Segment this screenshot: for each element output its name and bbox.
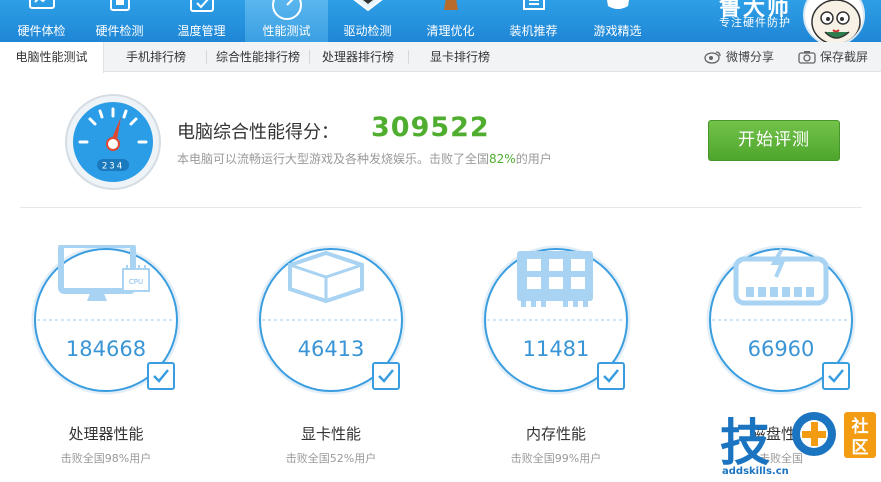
- nav-item-game-picks[interactable]: 游戏精选: [576, 0, 659, 42]
- watermark-glyph: 技: [720, 414, 770, 472]
- checkbox-icon[interactable]: [147, 362, 175, 390]
- gauge-digits: 234: [102, 162, 124, 172]
- computer-icon: [519, 0, 549, 21]
- nav-label: 硬件检测: [95, 24, 144, 38]
- top-nav-bar: 硬件体检 硬件检测 温度管理 性能测试 驱动检测 清理优化 装机推荐 游戏精选 …: [0, 0, 881, 42]
- brand-subtitle: 专注硬件防护: [719, 16, 791, 29]
- weibo-share-label: 微博分享: [726, 50, 775, 64]
- nav-item-temperature[interactable]: 温度管理: [160, 0, 243, 42]
- driver-icon: [351, 0, 385, 21]
- tab-cpu-ranking[interactable]: 处理器排行榜: [313, 42, 403, 72]
- nav-label: 性能测试: [262, 24, 311, 38]
- watermark-url: addskills.cn: [722, 466, 789, 477]
- sub-tab-bar: 电脑性能测试 手机排行榜 综合性能排行榜 处理器排行榜 显卡排行榜 微博分享 保…: [0, 42, 881, 73]
- brand: 鲁大师 专注硬件防护: [715, 0, 805, 42]
- nav-item-driver-detect[interactable]: 驱动检测: [326, 0, 409, 42]
- nav-label: 装机推荐: [509, 24, 558, 38]
- gpu-score: 46413: [297, 337, 365, 361]
- thermometer-icon: [187, 0, 217, 21]
- nav-label: 游戏精选: [593, 24, 642, 38]
- gpu-rank-text: 击败全国52%用户: [285, 452, 377, 465]
- checkbox-icon[interactable]: [822, 362, 850, 390]
- tab-gpu-ranking[interactable]: 显卡排行榜: [412, 42, 508, 72]
- memory-rank-text: 击败全国99%用户: [510, 452, 602, 465]
- disk-score: 66960: [747, 337, 815, 361]
- tab-overall-ranking[interactable]: 综合性能排行榜: [210, 42, 306, 72]
- nav-label: 硬件体检: [17, 24, 66, 38]
- gamepad-icon: [601, 0, 635, 21]
- save-screenshot-button[interactable]: 保存截屏: [798, 42, 878, 72]
- weibo-share-button[interactable]: 微博分享: [704, 42, 784, 72]
- chip-icon: [105, 0, 135, 21]
- cpu-score: 184668: [65, 337, 147, 361]
- cpu-label: 处理器性能: [68, 425, 144, 443]
- section-divider: [20, 207, 862, 208]
- nav-label: 驱动检测: [343, 24, 392, 38]
- gpu-label: 显卡性能: [300, 425, 361, 443]
- memory-label: 内存性能: [525, 425, 586, 443]
- nav-item-hardware-checkup[interactable]: 硬件体检: [0, 0, 83, 42]
- nav-item-performance-test[interactable]: 性能测试: [245, 0, 328, 42]
- component-card-gpu[interactable]: 46413 显卡性能 击败全国52%用户: [256, 245, 416, 482]
- nav-item-build-recommend[interactable]: 装机推荐: [492, 0, 575, 42]
- nav-item-hardware-detect[interactable]: 硬件检测: [78, 0, 161, 42]
- checkbox-icon[interactable]: [597, 362, 625, 390]
- cpu-chip-label: CPU: [129, 278, 143, 286]
- watermark-badge-top: 社: [851, 416, 869, 437]
- nav-label: 清理优化: [426, 24, 475, 38]
- tab-separator: [206, 50, 207, 64]
- score-desc-prefix: 本电脑可以流畅运行大型游戏及各种发烧娱乐。击败了全国: [177, 152, 490, 166]
- tab-separator: [309, 50, 310, 64]
- component-card-memory[interactable]: 11481 内存性能 击败全国99%用户: [481, 245, 641, 482]
- tab-separator: [408, 50, 409, 64]
- broom-icon: [436, 0, 466, 21]
- save-screenshot-label: 保存截屏: [820, 50, 869, 64]
- score-title: 电脑综合性能得分：: [177, 122, 339, 143]
- checkbox-icon[interactable]: [372, 362, 400, 390]
- mascot-avatar: [803, 0, 865, 42]
- nav-item-cleanup[interactable]: 清理优化: [409, 0, 492, 42]
- gauge-icon: [270, 0, 304, 25]
- nav-label: 温度管理: [177, 24, 226, 38]
- score-desc-suffix: 的用户: [515, 152, 552, 166]
- score-desc-percent: 82%: [489, 152, 516, 166]
- overall-score: 309522: [371, 112, 490, 143]
- performance-gauge-icon: 234: [64, 93, 162, 191]
- component-card-cpu[interactable]: CPU 184668 处理器性能 击败全国98%用户: [31, 245, 191, 482]
- cpu-rank-text: 击败全国98%用户: [60, 452, 152, 465]
- score-description: 本电脑可以流畅运行大型游戏及各种发烧娱乐。击败了全国82%的用户: [177, 150, 552, 167]
- tab-pc-performance[interactable]: 电脑性能测试: [0, 42, 104, 73]
- watermark-badge-bottom: 区: [852, 438, 869, 458]
- weibo-icon: [704, 51, 721, 64]
- start-benchmark-button[interactable]: 开始评测: [708, 120, 840, 161]
- camera-icon: [798, 51, 816, 64]
- memory-score: 11481: [522, 337, 590, 361]
- tab-phone-ranking[interactable]: 手机排行榜: [110, 42, 202, 72]
- monitor-icon: [27, 0, 57, 21]
